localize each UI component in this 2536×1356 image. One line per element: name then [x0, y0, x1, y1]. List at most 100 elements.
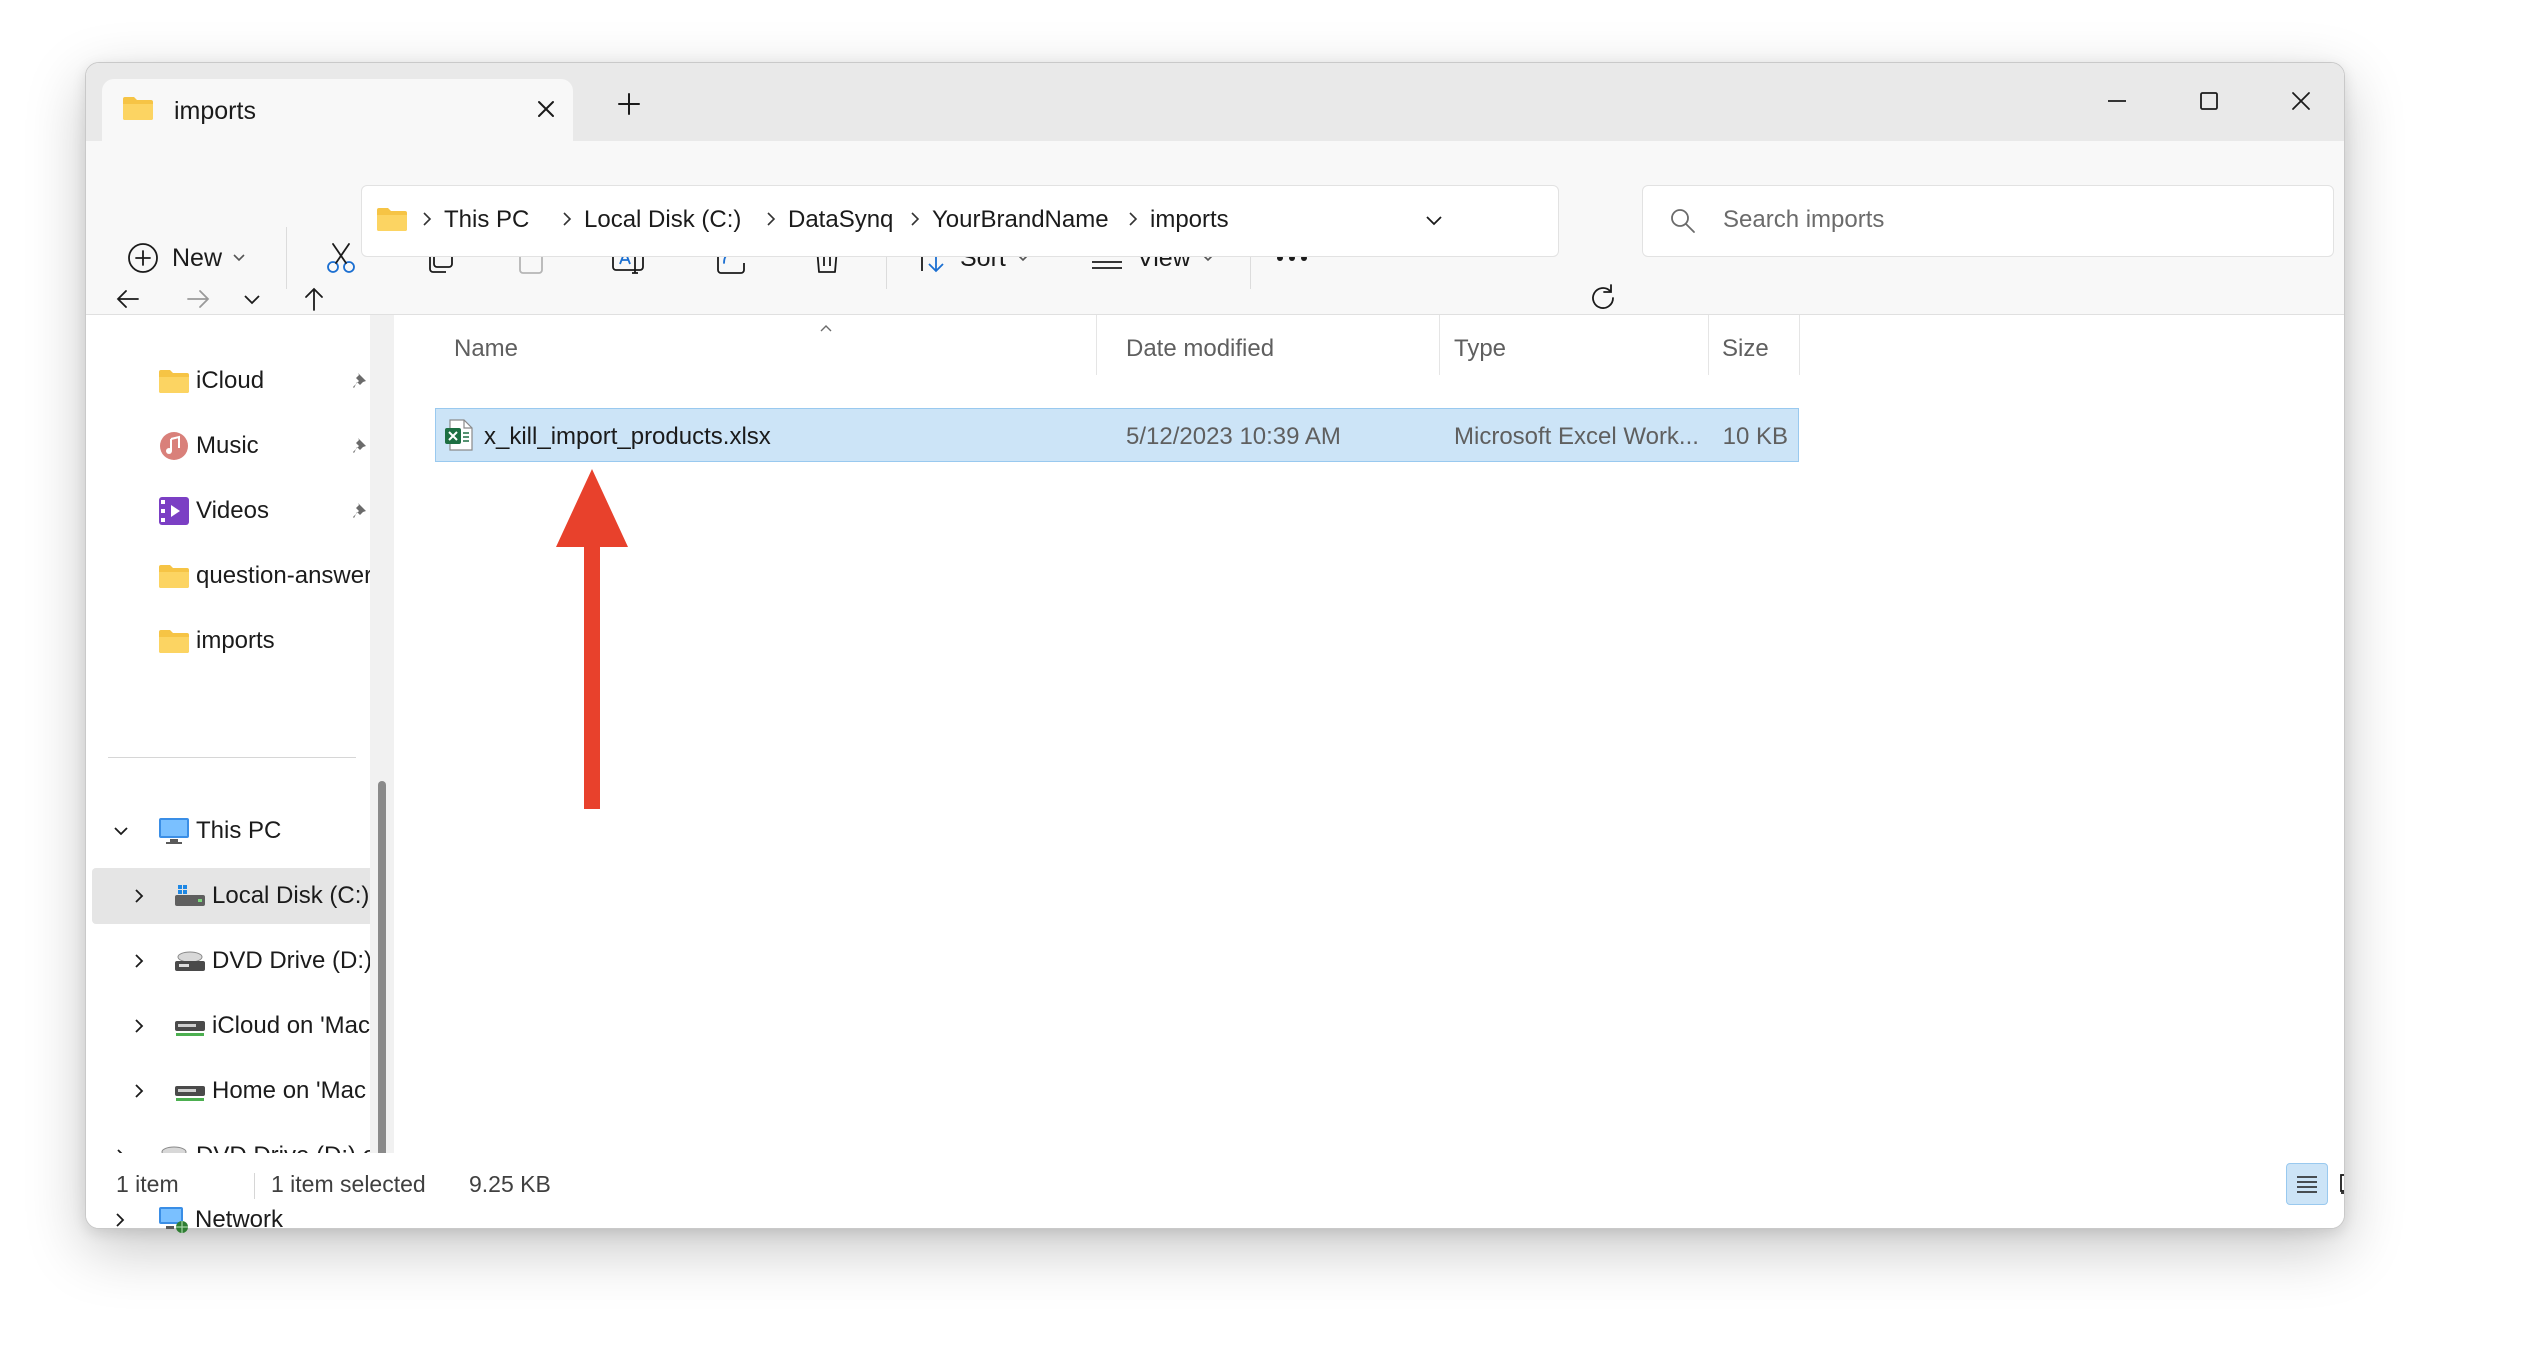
breadcrumb-this-pc[interactable]: This PC [444, 206, 529, 234]
computer-icon [158, 816, 192, 846]
chevron-right-icon[interactable] [128, 1080, 168, 1102]
videos-icon [158, 496, 192, 526]
nav-scroll-thumb[interactable] [378, 781, 386, 1211]
pin-icon [350, 370, 372, 392]
tiles-view-icon [2338, 1172, 2344, 1196]
chevron-right-icon[interactable] [128, 950, 168, 972]
nav-label: iCloud on 'Mac [212, 1012, 370, 1039]
chevron-right-icon[interactable] [128, 885, 168, 907]
folder-icon [158, 563, 192, 589]
column-header-name[interactable]: Name [454, 335, 518, 395]
nav-item-home-on-mac[interactable]: Home on 'Mac [92, 1063, 388, 1119]
chevron-right-icon [420, 210, 434, 228]
new-tab-icon[interactable] [616, 91, 642, 117]
nav-item-dvd-drive[interactable]: DVD Drive (D:) [92, 933, 388, 989]
folder-icon [158, 628, 192, 654]
details-view-button[interactable] [2286, 1163, 2328, 1205]
chevron-right-icon [560, 210, 574, 228]
close-window-icon[interactable] [2256, 73, 2344, 129]
close-tab-icon[interactable] [534, 97, 558, 121]
new-label: New [172, 243, 223, 272]
nav-item-imports[interactable]: imports [92, 613, 388, 669]
nav-label: Music [196, 432, 259, 459]
address-bar[interactable]: This PC Local Disk (C:) DataSynq YourBra… [361, 185, 1559, 257]
refresh-button[interactable] [1586, 281, 1620, 315]
nav-label: question-answer [196, 562, 373, 589]
breadcrumb-local-disk[interactable]: Local Disk (C:) [584, 206, 741, 234]
nav-label: This PC [196, 817, 282, 844]
details-view-icon [2294, 1172, 2320, 1196]
file-explorer-window: imports New Sort View This PC Local Disk… [85, 62, 2345, 1229]
nav-item-question-answer[interactable]: question-answer [92, 548, 388, 604]
search-placeholder: Search imports [1723, 206, 1885, 233]
nav-item-this-pc[interactable]: This PC [92, 803, 388, 859]
refresh-icon [1586, 281, 1620, 315]
excel-file-icon [444, 419, 474, 451]
chevron-down-icon[interactable] [110, 820, 152, 842]
breadcrumb-imports[interactable]: imports [1150, 206, 1229, 234]
new-button[interactable]: New [126, 241, 246, 275]
breadcrumb-datasynq[interactable]: DataSynq [788, 206, 893, 234]
status-bar: 1 item 1 item selected 9.25 KB [86, 1153, 2344, 1228]
nav-item-icloud[interactable]: iCloud [92, 353, 388, 409]
cut-button[interactable] [322, 239, 360, 277]
chevron-right-icon[interactable] [109, 1209, 151, 1231]
folder-icon [122, 95, 154, 121]
chevron-right-icon [1126, 210, 1140, 228]
nav-item-network-row[interactable]: Network [91, 1192, 387, 1248]
chevron-right-icon [908, 210, 922, 228]
music-icon [158, 430, 192, 462]
sort-ascending-icon [818, 323, 834, 333]
nav-item-local-disk[interactable]: Local Disk (C:) [92, 868, 388, 924]
pin-icon [350, 500, 372, 522]
column-header-type[interactable]: Type [1454, 335, 1506, 395]
column-header-date[interactable]: Date modified [1126, 335, 1274, 395]
annotation-arrow-icon [552, 467, 632, 811]
nav-item-music[interactable]: Music [92, 418, 388, 474]
column-header-size[interactable]: Size [1722, 335, 1769, 395]
arrow-left-icon [112, 283, 144, 315]
nav-label: DVD Drive (D:) [212, 947, 372, 974]
file-type: Microsoft Excel Work... [1454, 423, 1699, 450]
breadcrumb-yourbrandname[interactable]: YourBrandName [932, 206, 1109, 234]
column-divider [1096, 315, 1097, 375]
network-icon [157, 1205, 191, 1235]
file-list: Name Date modified Type Size x_kill_impo… [396, 315, 2344, 1153]
tab-title: imports [174, 97, 256, 125]
nav-item-icloud-on-mac[interactable]: iCloud on 'Mac [92, 998, 388, 1054]
chevron-right-icon [764, 210, 778, 228]
dvd-drive-icon [174, 948, 208, 974]
arrow-right-icon [182, 283, 214, 315]
local-disk-icon [174, 883, 208, 909]
pin-icon [350, 435, 372, 457]
folder-icon [376, 206, 408, 232]
recent-locations-button[interactable] [238, 285, 266, 313]
arrow-up-icon [298, 283, 330, 315]
search-input[interactable]: Search imports [1642, 185, 2334, 257]
up-button[interactable] [298, 283, 330, 315]
toolbar-separator [286, 227, 287, 289]
large-icons-view-button[interactable] [2330, 1163, 2344, 1205]
column-divider [1708, 315, 1709, 375]
nav-item-videos[interactable]: Videos [92, 483, 388, 539]
status-selected-size: 9.25 KB [469, 1171, 551, 1197]
nav-divider [108, 757, 356, 758]
chevron-down-icon [238, 285, 266, 313]
file-row[interactable]: x_kill_import_products.xlsx 5/12/2023 10… [435, 408, 1799, 462]
search-icon [1669, 207, 1697, 235]
column-divider [1799, 315, 1800, 375]
network-drive-icon [174, 1078, 208, 1104]
network-drive-icon [174, 1013, 208, 1039]
nav-scrollbar[interactable] [370, 315, 394, 1211]
maximize-icon[interactable] [2164, 73, 2254, 129]
chevron-right-icon[interactable] [128, 1015, 168, 1037]
address-history-chevron-icon[interactable] [1420, 206, 1448, 234]
chevron-down-icon [232, 253, 246, 263]
nav-label: iCloud [196, 367, 265, 394]
folder-icon [158, 368, 192, 394]
forward-button[interactable] [182, 283, 214, 315]
back-button[interactable] [112, 283, 144, 315]
minimize-icon[interactable] [2072, 73, 2162, 129]
tab-imports[interactable]: imports [102, 79, 573, 141]
file-size: 10 KB [1722, 423, 1788, 450]
